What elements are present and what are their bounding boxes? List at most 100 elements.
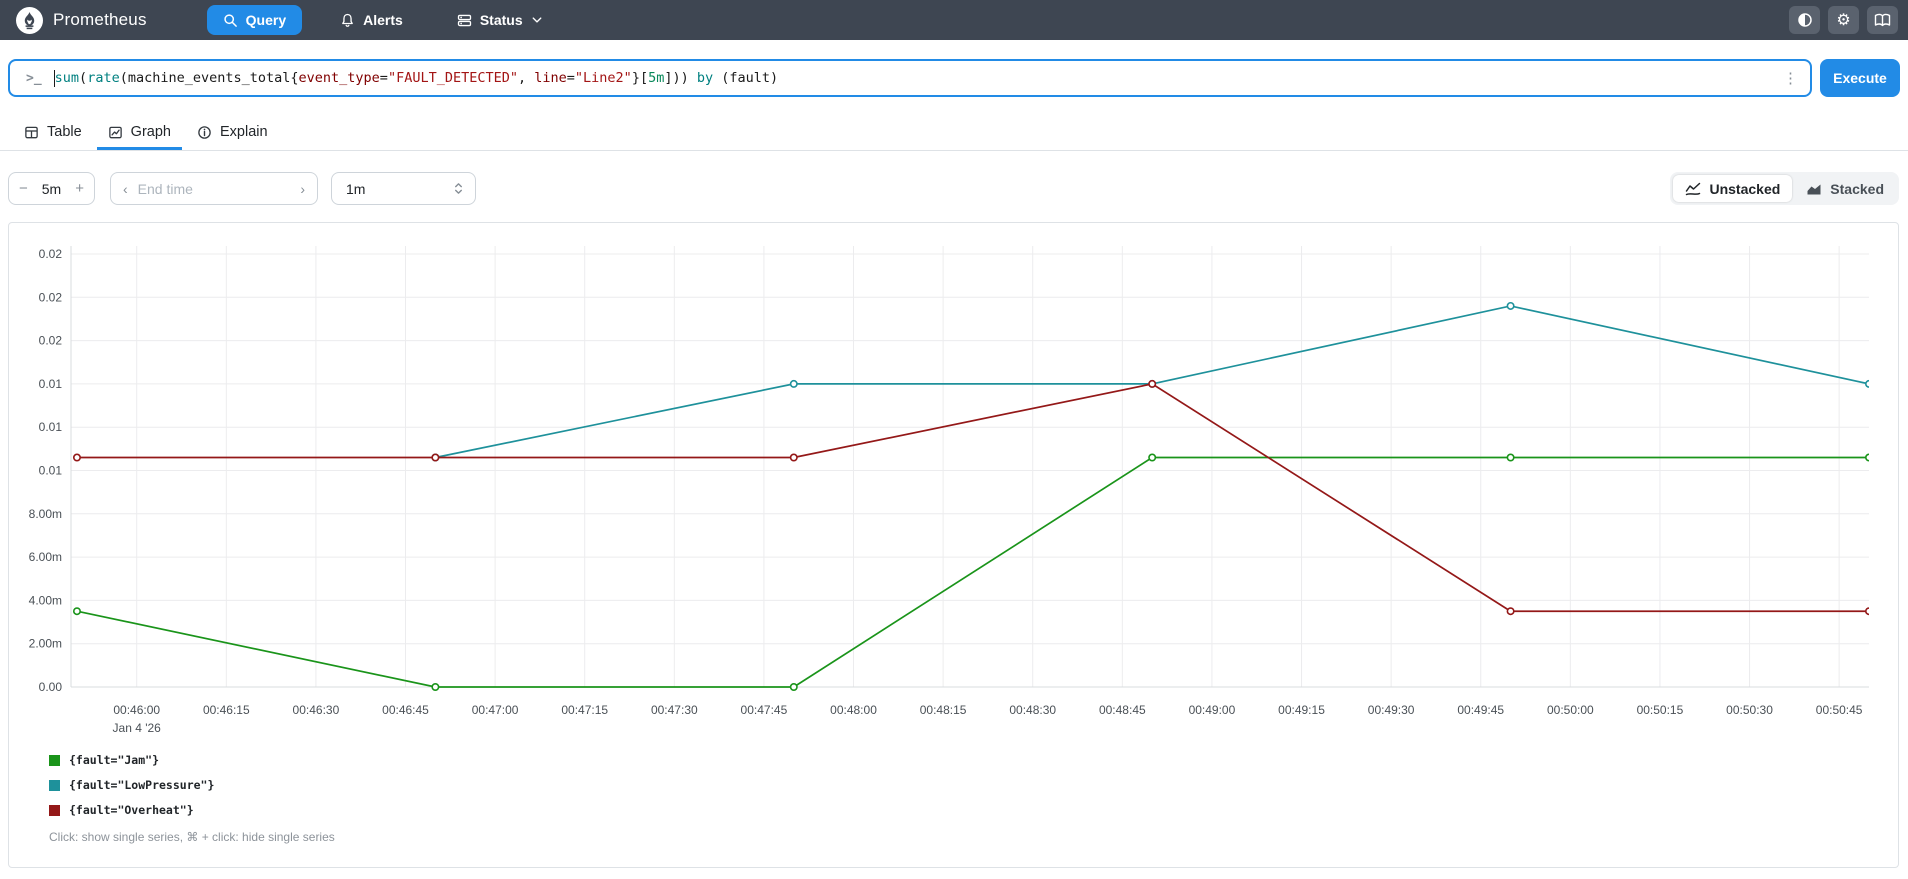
query-token: "FAULT_DETECTED": [387, 70, 518, 86]
svg-text:00:47:45: 00:47:45: [741, 703, 788, 717]
flame-icon: [24, 11, 35, 29]
svg-text:6.00m: 6.00m: [29, 550, 62, 564]
svg-text:Jan 4 '26: Jan 4 '26: [113, 721, 162, 735]
query-token: ])): [664, 70, 697, 86]
nav-status[interactable]: Status: [441, 5, 559, 35]
range-selector: − 5m +: [8, 172, 95, 205]
range-increase-button[interactable]: +: [75, 181, 84, 196]
nav-status-label: Status: [479, 12, 523, 28]
chevron-down-icon: [532, 17, 542, 23]
svg-text:0.01: 0.01: [39, 377, 63, 391]
svg-text:2.00m: 2.00m: [29, 637, 62, 651]
execute-button[interactable]: Execute: [1820, 59, 1900, 97]
result-tabs: Table Graph Explain: [0, 117, 1908, 151]
query-token: rate: [87, 70, 120, 86]
legend-item[interactable]: {fault="Overheat"}: [49, 800, 214, 820]
legend-swatch: [49, 804, 60, 816]
tab-graph[interactable]: Graph: [96, 117, 182, 150]
svg-text:00:49:15: 00:49:15: [1278, 703, 1325, 717]
legend-item[interactable]: {fault="LowPressure"}: [49, 775, 214, 795]
server-stack-icon: [457, 14, 471, 26]
end-time-input[interactable]: [137, 180, 291, 197]
book-icon: [1874, 13, 1891, 26]
query-token: =: [379, 70, 388, 86]
range-decrease-button[interactable]: −: [19, 181, 28, 196]
query-token: ,: [517, 70, 535, 86]
stacking-toggle: Unstacked Stacked: [1670, 172, 1899, 205]
query-token: line: [534, 70, 567, 86]
stacked-button[interactable]: Stacked: [1794, 175, 1896, 202]
nav-query[interactable]: Query: [206, 5, 303, 35]
svg-text:00:50:00: 00:50:00: [1547, 703, 1594, 717]
svg-text:00:48:15: 00:48:15: [920, 703, 967, 717]
svg-text:4.00m: 4.00m: [29, 593, 62, 607]
svg-text:00:46:00: 00:46:00: [113, 703, 160, 717]
select-chevrons-icon: [455, 183, 462, 194]
query-input[interactable]: >_ sum(rate(machine_events_total{event_t…: [8, 59, 1812, 97]
legend: {fault="Jam"} {fault="LowPressure"} {fault…: [49, 750, 214, 825]
settings-button[interactable]: ⚙: [1828, 6, 1859, 34]
unstacked-button[interactable]: Unstacked: [1673, 175, 1793, 202]
prompt-icon: >_: [26, 70, 42, 86]
brand-title: Prometheus: [53, 10, 147, 29]
svg-text:00:47:30: 00:47:30: [651, 703, 698, 717]
theme-toggle-button[interactable]: [1789, 6, 1820, 34]
nav-query-label: Query: [245, 12, 287, 28]
prometheus-logo: [16, 6, 43, 34]
end-time-forward-button[interactable]: ›: [300, 181, 305, 197]
navbar: Prometheus Query Alerts Status ⚙: [0, 0, 1908, 40]
tab-graph-label: Graph: [130, 124, 171, 140]
end-time-picker: ‹ ›: [110, 172, 318, 205]
query-token: "Line2": [574, 70, 632, 86]
docs-button[interactable]: [1867, 6, 1898, 34]
tab-table-label: Table: [47, 124, 82, 140]
svg-text:00:46:15: 00:46:15: [203, 703, 250, 717]
legend-label: {fault="LowPressure"}: [69, 778, 215, 792]
query-expression[interactable]: sum(rate(machine_events_total{event_type…: [55, 70, 1781, 86]
query-menu-kebab-icon[interactable]: ⋮: [1781, 69, 1800, 87]
legend-label: {fault="Overheat"}: [69, 803, 194, 817]
tab-explain[interactable]: Explain: [186, 117, 279, 150]
graph-canvas[interactable]: 0.02 0.02 0.02 0.01 0.01 0.01 8.00m 6.00m 4.00m 2…: [9, 223, 1896, 747]
svg-text:0.02: 0.02: [39, 290, 63, 304]
graph-controls: − 5m + ‹ › 1m Unstacked: [0, 172, 1908, 205]
query-token: sum: [54, 70, 80, 86]
query-token: by: [696, 70, 714, 86]
table-icon: [25, 126, 38, 138]
legend-swatch: [49, 754, 60, 766]
query-token: 5m: [648, 70, 665, 86]
svg-text:00:50:15: 00:50:15: [1637, 703, 1684, 717]
area-chart-icon: [1807, 184, 1821, 194]
navbar-actions: ⚙: [1789, 6, 1898, 34]
svg-text:00:49:45: 00:49:45: [1457, 703, 1504, 717]
svg-text:00:47:15: 00:47:15: [561, 703, 608, 717]
tab-table[interactable]: Table: [13, 117, 93, 150]
nav-alerts[interactable]: Alerts: [324, 5, 419, 35]
unstacked-label: Unstacked: [1709, 180, 1781, 197]
end-time-back-button[interactable]: ‹: [123, 181, 128, 197]
query-token: (fault): [713, 70, 779, 86]
query-token: (machine_events_total{: [119, 70, 299, 86]
resolution-select[interactable]: 1m: [331, 172, 476, 205]
svg-text:0.02: 0.02: [39, 247, 63, 261]
svg-text:00:50:30: 00:50:30: [1726, 703, 1773, 717]
svg-text:0.01: 0.01: [39, 420, 63, 434]
svg-text:00:48:45: 00:48:45: [1099, 703, 1146, 717]
svg-text:00:48:30: 00:48:30: [1009, 703, 1056, 717]
stacked-label: Stacked: [1830, 180, 1884, 197]
graph-panel: 0.02 0.02 0.02 0.01 0.01 0.01 8.00m 6.00m 4.00m 2…: [8, 222, 1899, 868]
search-icon: [223, 13, 237, 27]
legend-help-note: Click: show single series, ⌘ + click: hi…: [49, 830, 335, 844]
svg-text:00:49:30: 00:49:30: [1368, 703, 1415, 717]
svg-text:00:49:00: 00:49:00: [1189, 703, 1236, 717]
query-token: event_type: [298, 70, 380, 86]
legend-label: {fault="Jam"}: [69, 753, 160, 767]
bell-icon: [342, 13, 353, 27]
query-token: =: [566, 70, 575, 86]
svg-text:00:50:45: 00:50:45: [1816, 703, 1863, 717]
query-token: (: [79, 70, 88, 86]
svg-text:00:46:30: 00:46:30: [293, 703, 340, 717]
legend-item[interactable]: {fault="Jam"}: [49, 750, 214, 770]
svg-text:00:47:00: 00:47:00: [472, 703, 519, 717]
range-value[interactable]: 5m: [42, 181, 61, 197]
